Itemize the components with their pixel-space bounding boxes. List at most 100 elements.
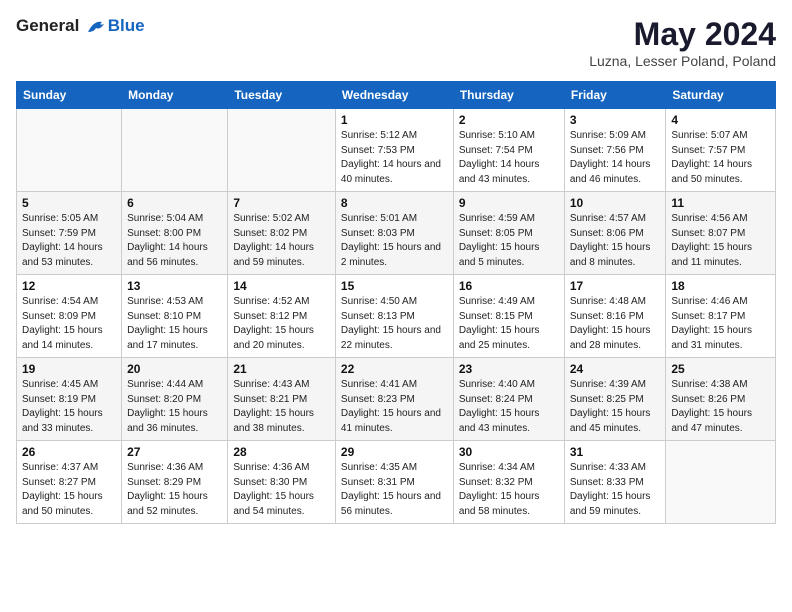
day-number: 8 <box>341 196 448 210</box>
day-number: 27 <box>127 445 222 459</box>
day-number: 17 <box>570 279 661 293</box>
day-number: 1 <box>341 113 448 127</box>
calendar-cell: 19 Sunrise: 4:45 AMSunset: 8:19 PMDayligh… <box>17 358 122 441</box>
day-number: 11 <box>671 196 770 210</box>
day-info: Sunrise: 4:50 AMSunset: 8:13 PMDaylight:… <box>341 295 448 353</box>
day-number: 5 <box>22 196 116 210</box>
day-info: Sunrise: 4:41 AMSunset: 8:23 PMDaylight:… <box>341 378 448 436</box>
day-number: 9 <box>459 196 559 210</box>
calendar-cell: 30Sunrise: 4:34 AMSunset: 8:32 PMDayligh… <box>453 441 564 524</box>
calendar-cell: 9Sunrise: 4:59 AMSunset: 8:05 PMDaylight… <box>453 192 564 275</box>
day-info: Sunrise: 5:05 AMSunset: 7:59 PMDaylight:… <box>22 212 116 270</box>
calendar-cell: 7Sunrise: 5:02 AMSunset: 8:02 PMDaylight… <box>228 192 336 275</box>
calendar-week-1: 1 Sunrise: 5:12 AMSunset: 7:53 PMDaylight… <box>17 109 776 192</box>
day-number: 24 <box>570 362 661 376</box>
calendar-cell: 14Sunrise: 4:52 AMSunset: 8:12 PMDayligh… <box>228 275 336 358</box>
day-info: Sunrise: 4:43 AMSunset: 8:21 PMDaylight:… <box>233 378 330 436</box>
day-info: Sunrise: 5:04 AMSunset: 8:00 PMDaylight:… <box>127 212 222 270</box>
col-tuesday: Tuesday <box>228 82 336 109</box>
calendar-subtitle: Luzna, Lesser Poland, Poland <box>589 53 776 69</box>
day-info: Sunrise: 4:40 AMSunset: 8:24 PMDaylight:… <box>459 378 559 436</box>
day-info: Sunrise: 4:38 AMSunset: 8:26 PMDaylight:… <box>671 378 770 436</box>
calendar-title: May 2024 <box>589 16 776 53</box>
calendar-cell: 23Sunrise: 4:40 AMSunset: 8:24 PMDayligh… <box>453 358 564 441</box>
calendar-week-2: 5 Sunrise: 5:05 AMSunset: 7:59 PMDaylight… <box>17 192 776 275</box>
calendar-cell: 18 Sunrise: 4:46 AMSunset: 8:17 PMDayligh… <box>666 275 776 358</box>
calendar-cell: 2Sunrise: 5:10 AMSunset: 7:54 PMDaylight… <box>453 109 564 192</box>
day-info: Sunrise: 4:46 AMSunset: 8:17 PMDaylight:… <box>671 295 770 353</box>
calendar-cell: 28 Sunrise: 4:36 AMSunset: 8:30 PMDayligh… <box>228 441 336 524</box>
day-info: Sunrise: 5:07 AMSunset: 7:57 PMDaylight:… <box>671 129 770 187</box>
day-info: Sunrise: 4:48 AMSunset: 8:16 PMDaylight:… <box>570 295 661 353</box>
day-info: Sunrise: 5:02 AMSunset: 8:02 PMDaylight:… <box>233 212 330 270</box>
day-number: 22 <box>341 362 448 376</box>
calendar-week-5: 26 Sunrise: 4:37 AMSunset: 8:27 PMDayligh… <box>17 441 776 524</box>
title-block: May 2024 Luzna, Lesser Poland, Poland <box>589 16 776 69</box>
day-info: Sunrise: 5:01 AMSunset: 8:03 PMDaylight:… <box>341 212 448 270</box>
day-number: 25 <box>671 362 770 376</box>
calendar-cell: 24 Sunrise: 4:39 AMSunset: 8:25 PMDayligh… <box>564 358 666 441</box>
day-info: Sunrise: 4:33 AMSunset: 8:33 PMDaylight:… <box>570 461 661 519</box>
calendar-cell: 21 Sunrise: 4:43 AMSunset: 8:21 PMDayligh… <box>228 358 336 441</box>
day-info: Sunrise: 4:37 AMSunset: 8:27 PMDaylight:… <box>22 461 116 519</box>
day-number: 4 <box>671 113 770 127</box>
day-info: Sunrise: 4:35 AMSunset: 8:31 PMDaylight:… <box>341 461 448 519</box>
day-number: 19 <box>22 362 116 376</box>
day-number: 21 <box>233 362 330 376</box>
col-sunday: Sunday <box>17 82 122 109</box>
calendar-cell: 1 Sunrise: 5:12 AMSunset: 7:53 PMDaylight… <box>335 109 453 192</box>
calendar-cell: 17 Sunrise: 4:48 AMSunset: 8:16 PMDayligh… <box>564 275 666 358</box>
col-saturday: Saturday <box>666 82 776 109</box>
calendar-cell <box>122 109 228 192</box>
calendar-week-4: 19 Sunrise: 4:45 AMSunset: 8:19 PMDayligh… <box>17 358 776 441</box>
day-info: Sunrise: 4:45 AMSunset: 8:19 PMDaylight:… <box>22 378 116 436</box>
day-number: 12 <box>22 279 116 293</box>
header-row: Sunday Monday Tuesday Wednesday Thursday… <box>17 82 776 109</box>
day-number: 15 <box>341 279 448 293</box>
day-info: Sunrise: 4:49 AMSunset: 8:15 PMDaylight:… <box>459 295 559 353</box>
calendar-cell: 15 Sunrise: 4:50 AMSunset: 8:13 PMDayligh… <box>335 275 453 358</box>
day-info: Sunrise: 4:34 AMSunset: 8:32 PMDaylight:… <box>459 461 559 519</box>
calendar-cell: 29 Sunrise: 4:35 AMSunset: 8:31 PMDayligh… <box>335 441 453 524</box>
col-friday: Friday <box>564 82 666 109</box>
calendar-table: Sunday Monday Tuesday Wednesday Thursday… <box>16 81 776 524</box>
page-header: General Blue May 2024 Luzna, Lesser Pola… <box>16 16 776 69</box>
day-number: 3 <box>570 113 661 127</box>
day-info: Sunrise: 5:12 AMSunset: 7:53 PMDaylight:… <box>341 129 448 187</box>
calendar-cell: 8 Sunrise: 5:01 AMSunset: 8:03 PMDaylight… <box>335 192 453 275</box>
calendar-cell: 27 Sunrise: 4:36 AMSunset: 8:29 PMDayligh… <box>122 441 228 524</box>
calendar-cell: 31Sunrise: 4:33 AMSunset: 8:33 PMDayligh… <box>564 441 666 524</box>
day-number: 2 <box>459 113 559 127</box>
logo-blue: Blue <box>108 16 145 36</box>
day-info: Sunrise: 4:36 AMSunset: 8:29 PMDaylight:… <box>127 461 222 519</box>
day-info: Sunrise: 4:44 AMSunset: 8:20 PMDaylight:… <box>127 378 222 436</box>
day-info: Sunrise: 5:09 AMSunset: 7:56 PMDaylight:… <box>570 129 661 187</box>
day-number: 28 <box>233 445 330 459</box>
day-info: Sunrise: 4:36 AMSunset: 8:30 PMDaylight:… <box>233 461 330 519</box>
calendar-cell: 6Sunrise: 5:04 AMSunset: 8:00 PMDaylight… <box>122 192 228 275</box>
day-number: 18 <box>671 279 770 293</box>
calendar-cell: 26 Sunrise: 4:37 AMSunset: 8:27 PMDayligh… <box>17 441 122 524</box>
calendar-cell: 5 Sunrise: 5:05 AMSunset: 7:59 PMDaylight… <box>17 192 122 275</box>
day-number: 29 <box>341 445 448 459</box>
logo-bird-icon <box>86 18 108 36</box>
day-number: 10 <box>570 196 661 210</box>
calendar-cell: 13Sunrise: 4:53 AMSunset: 8:10 PMDayligh… <box>122 275 228 358</box>
day-number: 14 <box>233 279 330 293</box>
logo-general: General <box>16 16 79 35</box>
day-number: 13 <box>127 279 222 293</box>
logo: General Blue <box>16 16 145 36</box>
calendar-cell: 10Sunrise: 4:57 AMSunset: 8:06 PMDayligh… <box>564 192 666 275</box>
calendar-cell: 12 Sunrise: 4:54 AMSunset: 8:09 PMDayligh… <box>17 275 122 358</box>
day-info: Sunrise: 4:39 AMSunset: 8:25 PMDaylight:… <box>570 378 661 436</box>
calendar-cell <box>666 441 776 524</box>
day-number: 16 <box>459 279 559 293</box>
day-info: Sunrise: 4:54 AMSunset: 8:09 PMDaylight:… <box>22 295 116 353</box>
calendar-cell: 4 Sunrise: 5:07 AMSunset: 7:57 PMDaylight… <box>666 109 776 192</box>
day-number: 26 <box>22 445 116 459</box>
calendar-cell: 25 Sunrise: 4:38 AMSunset: 8:26 PMDayligh… <box>666 358 776 441</box>
calendar-cell: 11Sunrise: 4:56 AMSunset: 8:07 PMDayligh… <box>666 192 776 275</box>
day-number: 20 <box>127 362 222 376</box>
calendar-cell: 3 Sunrise: 5:09 AMSunset: 7:56 PMDaylight… <box>564 109 666 192</box>
calendar-cell <box>228 109 336 192</box>
